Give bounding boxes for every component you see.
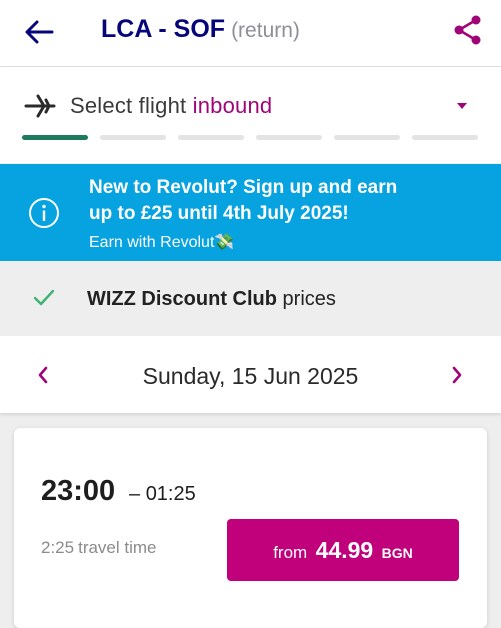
route-text: LCA - SOF (101, 15, 226, 43)
promo-title-line2: up to £25 until 4th July 2025! (89, 203, 349, 224)
price-button[interactable]: from 44.99 BGN (227, 519, 459, 581)
plane-icon (24, 94, 56, 118)
arrival-time: – 01:25 (129, 483, 196, 506)
info-icon (29, 198, 59, 228)
discount-club-name: WIZZ Discount Club (87, 288, 277, 310)
progress-step (178, 135, 244, 140)
progress-step (256, 135, 322, 140)
progress-step (334, 135, 400, 140)
select-flight-label: Select flight (70, 93, 187, 118)
travel-time: 2:25 travel time (41, 538, 157, 558)
progress-steps (22, 135, 480, 140)
progress-step (100, 135, 166, 140)
discount-club-suffix: prices (282, 288, 336, 310)
route-suffix: (return) (231, 19, 300, 42)
arrival-time-value: 01:25 (145, 483, 196, 505)
progress-step (22, 135, 88, 140)
time-separator: – (129, 483, 141, 505)
travel-duration-label: travel time (78, 538, 157, 557)
share-icon[interactable] (452, 14, 484, 46)
selected-date: Sunday, 15 Jun 2025 (142, 363, 359, 389)
chevron-right-icon[interactable] (450, 366, 464, 384)
travel-duration: 2:25 (41, 538, 75, 557)
select-flight-direction: inbound (192, 93, 273, 118)
select-flight-dropdown[interactable]: Select flight inbound (70, 93, 272, 119)
caret-down-icon[interactable] (456, 102, 468, 110)
price-prefix: from (273, 543, 308, 562)
promo-link[interactable]: Earn with Revolut💸 (89, 232, 234, 252)
arrow-left-icon[interactable] (22, 17, 56, 47)
price-amount: 44.99 (315, 537, 374, 563)
page-title: LCA - SOF (return) (101, 15, 300, 44)
price-currency: BGN (381, 545, 413, 561)
promo-title-line1: New to Revolut? Sign up and earn (89, 177, 398, 198)
check-icon (33, 289, 55, 306)
discount-club-text: WIZZ Discount Club prices (87, 288, 336, 311)
departure-time: 23:00 (41, 475, 116, 507)
progress-step (412, 135, 478, 140)
